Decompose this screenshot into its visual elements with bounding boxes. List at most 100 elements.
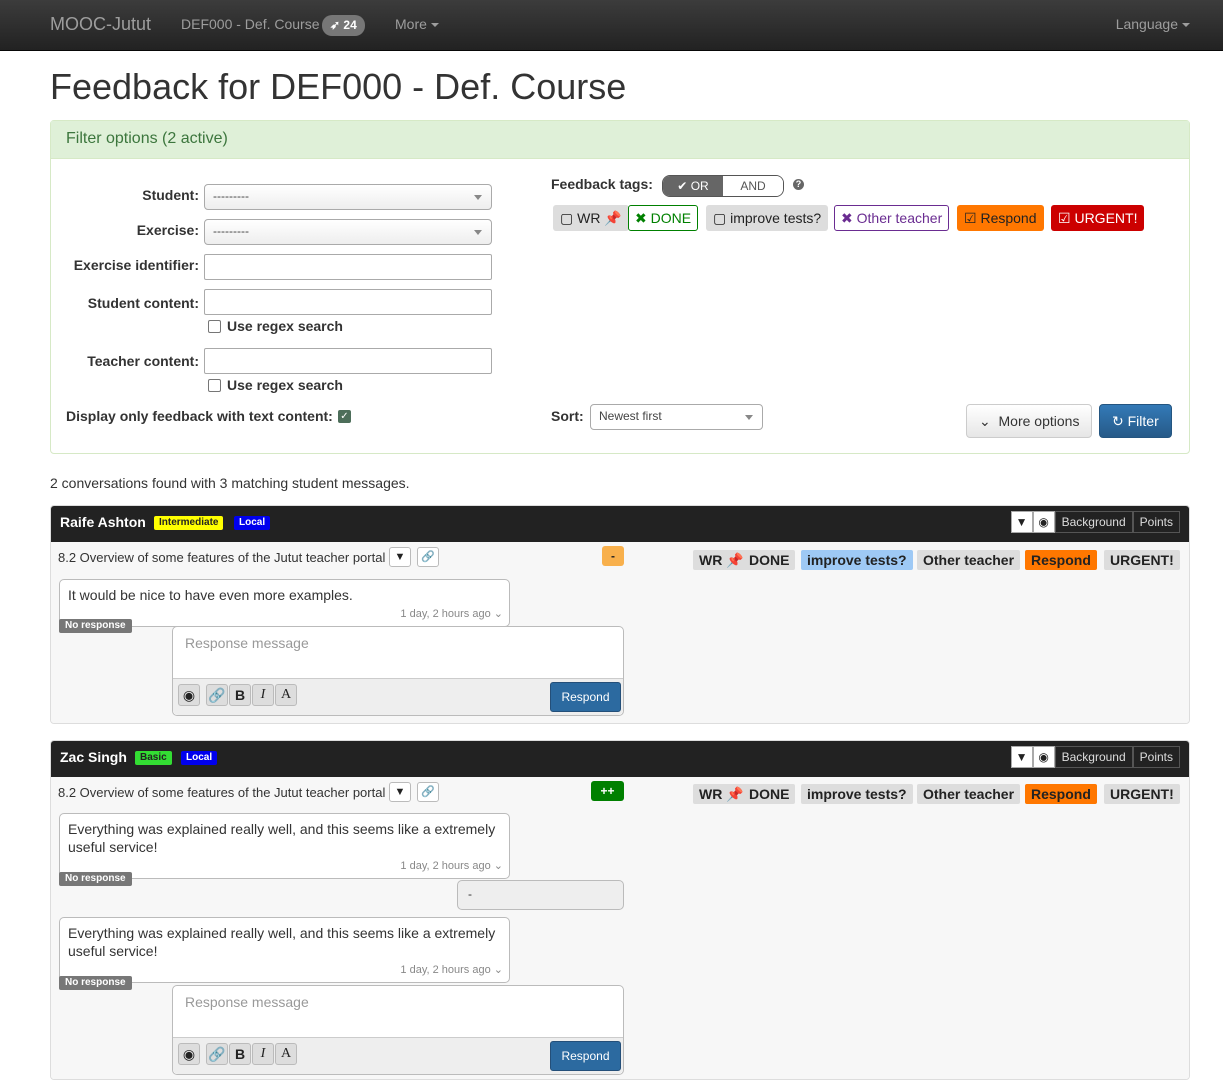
grade-badge[interactable]: ++ [591, 781, 624, 801]
points-button[interactable]: Points [1132, 511, 1180, 533]
filter-button[interactable]: ↻ Filter [1099, 404, 1172, 438]
message-time-label: 1 day, 2 hours ago [400, 608, 491, 620]
tag-wr[interactable]: WR 📌 [693, 784, 750, 804]
tag-done[interactable]: DONE [743, 784, 796, 804]
chevron-down-icon: ⌄ [979, 413, 991, 429]
student-name[interactable]: Zac Singh [60, 749, 127, 765]
student-select[interactable]: --------- [204, 184, 492, 210]
italic-icon[interactable]: I [252, 1043, 274, 1065]
preview-icon[interactable]: ◉ [178, 1043, 200, 1065]
tag-improve-tests[interactable]: improve tests? [801, 784, 913, 804]
eye-icon[interactable]: ◉ [1032, 511, 1055, 533]
background-button[interactable]: Background [1054, 746, 1133, 768]
message-time[interactable]: 1 day, 2 hours ago ⌄ [400, 857, 503, 875]
notification-badge[interactable]: ➶ 24 [322, 15, 365, 36]
student-content-input[interactable] [204, 289, 492, 315]
tag-wr[interactable]: WR 📌 [693, 550, 750, 570]
response-textarea[interactable]: Response message [173, 627, 623, 679]
respond-button[interactable]: Respond [550, 1041, 621, 1071]
filter-tag-done[interactable]: ✖ DONE [628, 205, 699, 231]
conversation-body: 8.2 Overview of some features of the Jut… [51, 542, 1189, 723]
message-text: It would be nice to have even more examp… [68, 587, 353, 603]
tag-other-teacher[interactable]: Other teacher [917, 784, 1021, 804]
exercise-select[interactable]: --------- [204, 219, 492, 245]
font-icon[interactable]: A [275, 1043, 297, 1065]
message-time[interactable]: 1 day, 2 hours ago ⌄ [400, 961, 503, 979]
level-badge: Basic [135, 751, 172, 765]
tag-urgent[interactable]: URGENT! [1104, 784, 1180, 804]
exercise-identifier-input[interactable] [204, 254, 492, 280]
cross-icon: ✖ [841, 210, 853, 226]
filter-panel-heading[interactable]: Filter options (2 active) [51, 121, 1189, 159]
or-option[interactable]: ✔ OR [663, 176, 723, 196]
background-button[interactable]: Background [1054, 511, 1133, 533]
preview-icon[interactable]: ◉ [178, 684, 200, 706]
filter-icon[interactable]: ▼ [389, 547, 411, 567]
filter-icon[interactable]: ▼ [1010, 511, 1033, 533]
tag-urgent[interactable]: URGENT! [1104, 550, 1180, 570]
filter-tag-urgent[interactable]: ☑ URGENT! [1051, 205, 1145, 231]
teacher-regex-checkbox[interactable] [208, 379, 221, 392]
course-link[interactable]: DEF000 - Def. Course [181, 16, 320, 32]
student-regex-checkbox[interactable] [208, 320, 221, 333]
filter-tag-respond[interactable]: ☑ Respond [957, 205, 1044, 231]
caret-down-icon [1182, 23, 1190, 28]
italic-icon[interactable]: I [252, 684, 274, 706]
bold-icon[interactable]: B [229, 684, 251, 706]
sort-select[interactable]: Newest first [590, 404, 763, 430]
tag-respond[interactable]: Respond [1025, 550, 1097, 570]
tag-logic-toggle[interactable]: ✔ OR AND [662, 175, 784, 197]
tag-improve-tests[interactable]: improve tests? [801, 550, 913, 570]
exercise-title[interactable]: 8.2 Overview of some features of the Jut… [58, 785, 385, 800]
font-icon[interactable]: A [275, 684, 297, 706]
link-icon[interactable]: 🔗 [417, 547, 439, 567]
eye-icon[interactable]: ◉ [1032, 746, 1055, 768]
response-textarea[interactable]: Response message [173, 986, 623, 1038]
tag-done[interactable]: DONE [743, 550, 796, 570]
brand-link[interactable]: MOOC-Jutut [50, 14, 151, 35]
filter-icon[interactable]: ▼ [389, 782, 411, 802]
checkbox-empty-icon: ▢ [560, 210, 574, 226]
points-button[interactable]: Points [1132, 746, 1180, 768]
bold-icon[interactable]: B [229, 1043, 251, 1065]
filter-tag-improve-tests[interactable]: ▢ improve tests? [706, 205, 829, 231]
more-label: More [395, 16, 427, 32]
filter-tag-wr[interactable]: ▢ WR 📌 [553, 205, 629, 231]
message-time[interactable]: 1 day, 2 hours ago ⌄ [400, 605, 503, 623]
chevron-down-icon: ⌄ [493, 608, 503, 620]
exercise-title[interactable]: 8.2 Overview of some features of the Jut… [58, 550, 385, 565]
grade-badge[interactable]: - [602, 546, 624, 566]
and-option[interactable]: AND [723, 176, 783, 196]
more-menu[interactable]: More [395, 16, 439, 32]
link-icon[interactable]: 🔗 [206, 1043, 228, 1065]
link-icon[interactable]: 🔗 [417, 782, 439, 802]
sort-label: Sort: [551, 408, 584, 424]
reply-box: Response message ◉ 🔗 B I A Respond [172, 626, 624, 716]
language-menu[interactable]: Language [1116, 16, 1190, 32]
send-icon: ➶ [330, 18, 341, 32]
reply-toolbar: ◉ 🔗 B I A Respond [173, 1038, 623, 1074]
student-name[interactable]: Raife Ashton [60, 514, 146, 530]
tag-other-teacher[interactable]: Other teacher [917, 550, 1021, 570]
conversation-header: Raife Ashton Intermediate Local ▼ ◉ Back… [51, 506, 1189, 542]
filter-tag-label: Respond [980, 210, 1037, 226]
pin-icon: 📌 [604, 210, 622, 226]
teacher-content-input[interactable] [204, 348, 492, 374]
reply-toolbar: ◉ 🔗 B I A Respond [173, 679, 623, 715]
reply-box: Response message ◉ 🔗 B I A Respond [172, 985, 624, 1075]
filter-tag-other-teacher[interactable]: ✖ Other teacher [834, 205, 950, 231]
filter-button-label: Filter [1127, 413, 1159, 429]
display-only-checkbox[interactable]: ✓ [338, 410, 351, 423]
filter-tag-label: Other teacher [856, 210, 943, 226]
tag-respond[interactable]: Respond [1025, 784, 1097, 804]
student-message: Everything was explained really well, an… [59, 813, 510, 879]
check-icon: ✓ [340, 411, 349, 422]
respond-button[interactable]: Respond [550, 682, 621, 712]
filter-icon[interactable]: ▼ [1010, 746, 1033, 768]
student-select-value: --------- [213, 189, 249, 203]
help-icon[interactable]: ? [793, 179, 804, 190]
header-buttons: ▼ ◉ Background Points [1010, 746, 1180, 768]
more-options-button[interactable]: ⌄ More options [966, 404, 1093, 438]
response-placeholder: Response message [185, 635, 309, 651]
link-icon[interactable]: 🔗 [206, 684, 228, 706]
